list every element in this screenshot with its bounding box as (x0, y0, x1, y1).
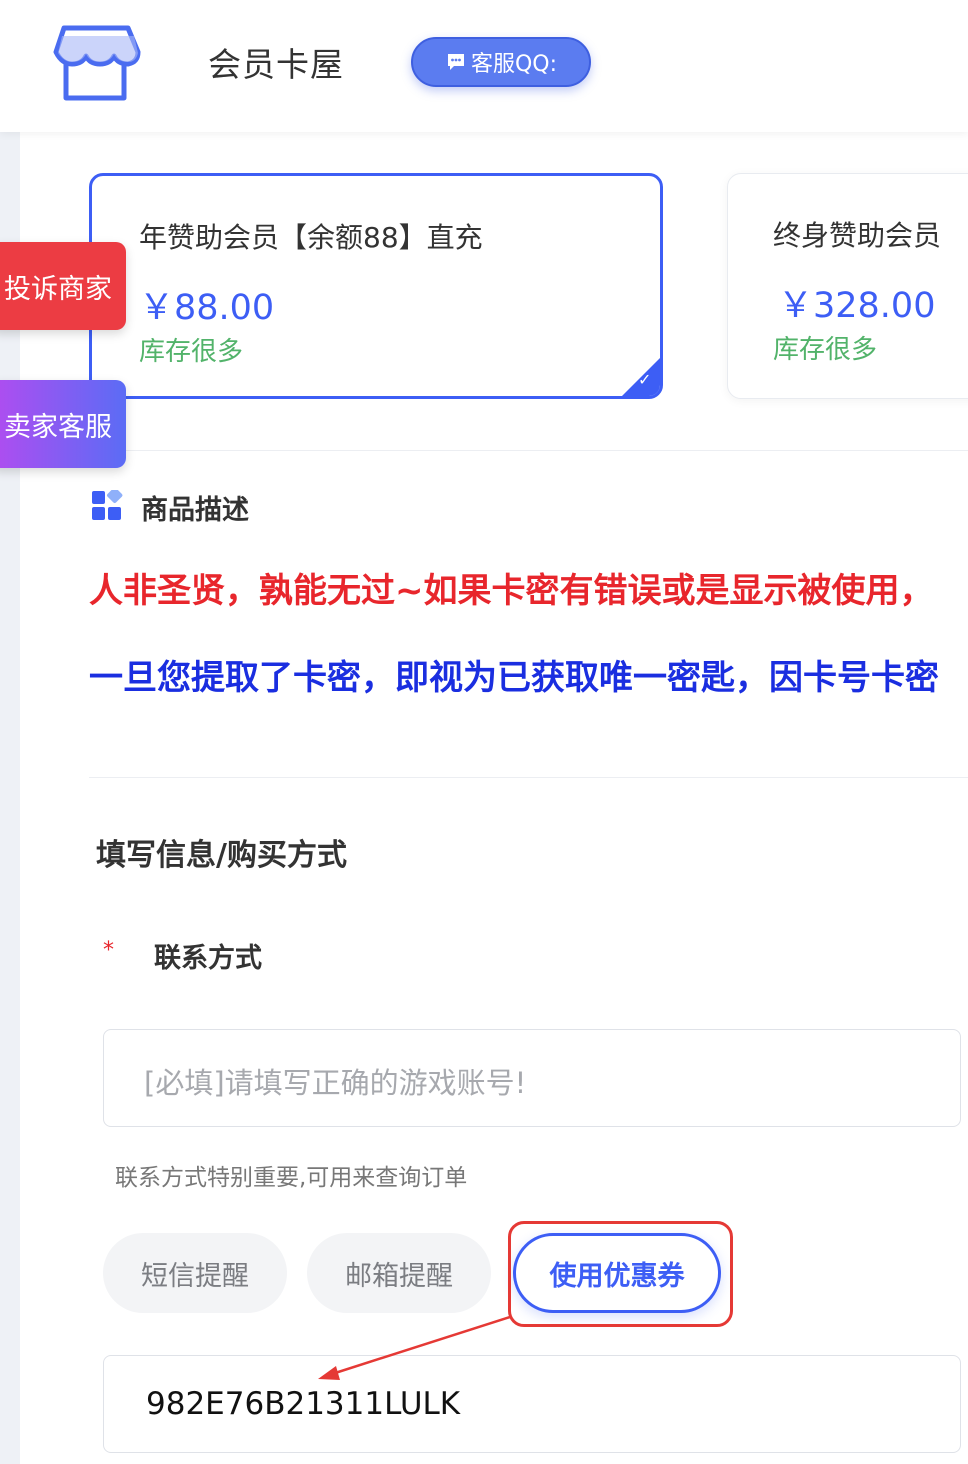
qq-button-label: 客服QQ: (470, 52, 558, 77)
product-card-annual[interactable]: 年赞助会员【余额88】直充 ￥88.00 库存很多 ✓ (89, 173, 663, 399)
contact-placeholder: [必填]请填写正确的游戏账号! (144, 1066, 527, 1100)
product-price: ￥88.00 (139, 288, 275, 328)
seller-service-button[interactable]: 卖家客服 (0, 380, 126, 468)
divider (89, 450, 968, 451)
grid-icon (92, 490, 123, 520)
divider (89, 777, 968, 778)
form-section-title: 填写信息/购买方式 (96, 838, 347, 873)
email-reminder-button[interactable]: 邮箱提醒 (307, 1233, 491, 1313)
use-coupon-button[interactable]: 使用优惠券 (513, 1233, 721, 1313)
store-logo-icon[interactable] (50, 22, 142, 104)
contact-input[interactable]: [必填]请填写正确的游戏账号! (103, 1029, 961, 1127)
contact-label: 联系方式 (154, 943, 262, 974)
chat-bubble-icon (447, 54, 464, 70)
selected-check-icon: ✓ (620, 356, 660, 396)
description-title: 商品描述 (141, 495, 249, 526)
site-name: 会员卡屋 (208, 45, 344, 84)
left-strip (0, 132, 20, 1464)
contact-hint: 联系方式特别重要,可用来查询订单 (115, 1165, 468, 1191)
product-stock: 库存很多 (139, 337, 244, 367)
description-line-red: 人非圣贤，孰能无过~如果卡密有错误或是显示被使用， (89, 571, 934, 611)
sms-reminder-button[interactable]: 短信提醒 (103, 1233, 287, 1313)
product-title: 终身赞助会员 (773, 219, 942, 252)
product-title: 年赞助会员【余额88】直充 (139, 221, 483, 254)
header: 会员卡屋 客服QQ: (0, 0, 968, 132)
product-price: ￥328.00 (778, 286, 936, 326)
complain-merchant-button[interactable]: 投诉商家 (0, 242, 126, 330)
required-mark: * (103, 938, 114, 963)
product-card-lifetime[interactable]: 终身赞助会员 ￥328.00 库存很多 (727, 173, 968, 399)
coupon-code-input[interactable]: 982E76B21311LULK (103, 1355, 961, 1453)
customer-service-qq-button[interactable]: 客服QQ: (411, 37, 591, 87)
description-line-blue: 一旦您提取了卡密，即视为已获取唯一密匙，因卡号卡密 (89, 658, 939, 698)
product-stock: 库存很多 (773, 335, 878, 365)
coupon-code-value: 982E76B21311LULK (146, 1386, 461, 1422)
